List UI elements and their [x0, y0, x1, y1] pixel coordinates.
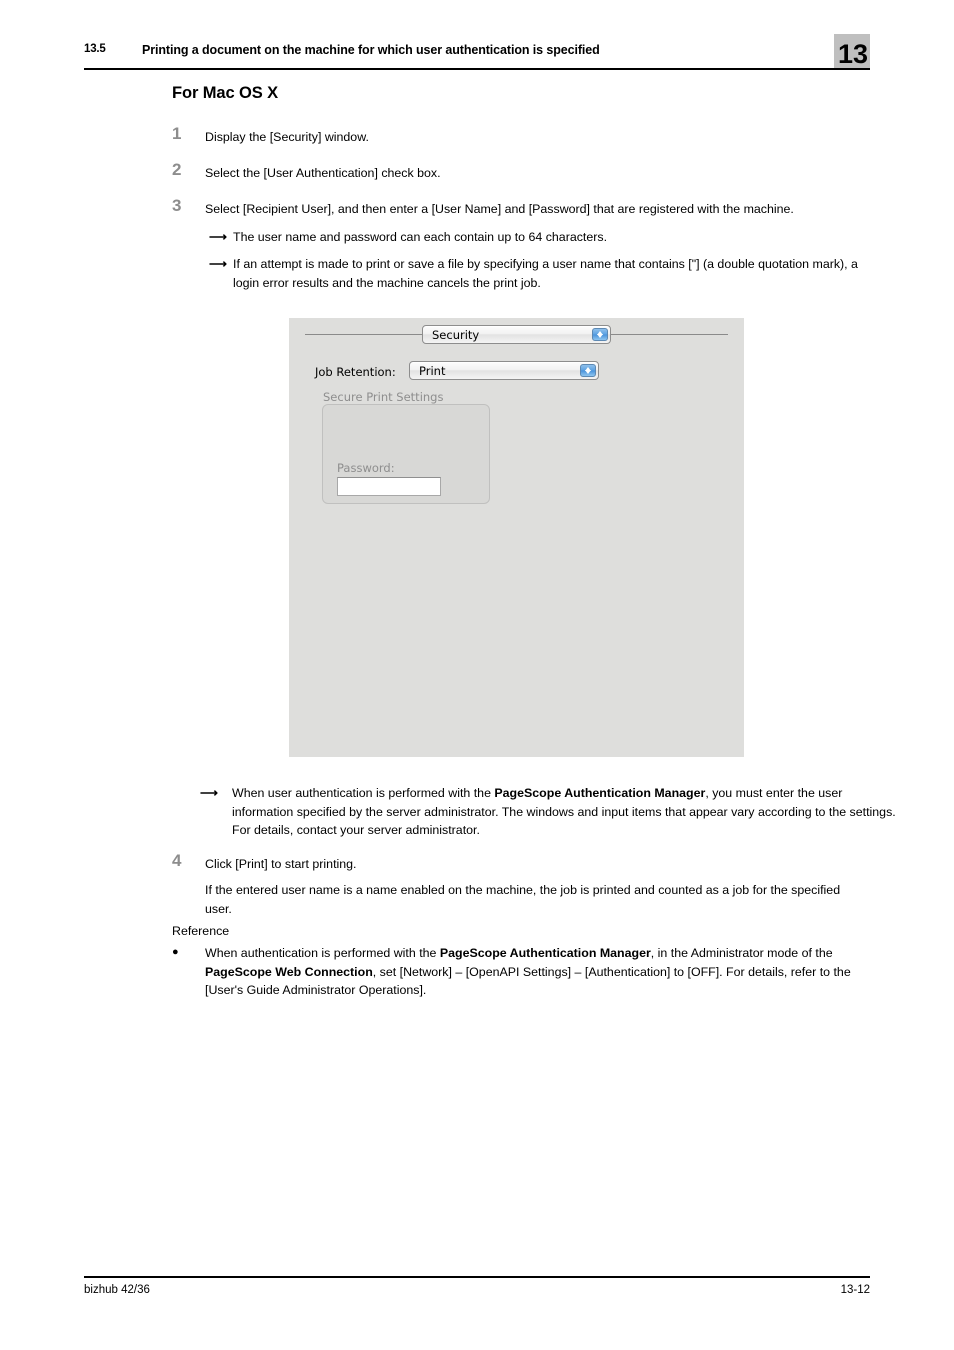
reference-part1: When authentication is performed with th…: [205, 946, 440, 960]
step-3-subitem-2: ⟶ If an attempt is made to print or save…: [205, 255, 870, 292]
reference-bold1: PageScope Authentication Manager: [439, 946, 651, 960]
footer-divider: [84, 1276, 870, 1278]
reference-item-text: When authentication is performed with th…: [205, 944, 870, 1000]
secure-print-password-input[interactable]: [337, 477, 441, 496]
chapter-number: 13: [837, 39, 868, 69]
step-4-number: 4: [172, 851, 182, 870]
step-1-number: 1: [172, 124, 182, 143]
step-3-subitem-1-text: The user name and password can each cont…: [233, 229, 608, 244]
step-2: 2 Select the [User Authentication] check…: [172, 160, 870, 183]
job-retention-value: Print: [419, 364, 446, 378]
arrow-bullet-icon: ⟶: [209, 257, 227, 271]
page-title: For Mac OS X: [172, 84, 279, 102]
step-2-text: Select the [User Authentication] check b…: [205, 166, 441, 180]
post-figure-note-part1: When user authentication is performed wi…: [232, 786, 495, 800]
step-1-text: Display the [Security] window.: [205, 130, 369, 144]
updown-arrows-icon[interactable]: [580, 364, 596, 377]
step-3-text: Select [Recipient User], and then enter …: [205, 202, 794, 216]
updown-arrows-icon[interactable]: [592, 328, 608, 341]
step-3-number: 3: [172, 196, 182, 215]
post-figure-note: ⟶ When user authentication is performed …: [200, 784, 902, 840]
header-section-number: 13.5: [84, 43, 106, 55]
pane-select-value: Security: [432, 328, 480, 342]
secure-print-settings-label: Secure Print Settings: [323, 390, 444, 404]
footer-page-number: 13-12: [840, 1284, 870, 1296]
job-retention-label: Job Retention:: [315, 365, 396, 379]
step-4: 4 Click [Print] to start printing.: [172, 851, 870, 874]
mac-security-print-dialog[interactable]: Security Job Retention: Print Secure Pri…: [289, 318, 744, 757]
step-3-subitem-1: ⟶ The user name and password can each co…: [205, 228, 870, 247]
pane-select-popup[interactable]: Security: [422, 325, 611, 344]
reference-part2: , in the Administrator mode of the: [650, 946, 833, 960]
post-figure-note-bold1: PageScope Authentication Manager: [494, 786, 706, 800]
footer-product-name: bizhub 42/36: [84, 1284, 150, 1296]
reference-bold2: PageScope Web Connection: [205, 964, 373, 979]
step-3-subitem-2-text: If an attempt is made to print or save a…: [233, 257, 858, 290]
step-4-text: Click [Print] to start printing.: [205, 857, 357, 871]
reference-label: Reference: [172, 924, 230, 938]
arrow-bullet-icon: ⟶: [209, 229, 227, 244]
step-3: 3 Select [Recipient User], and then ente…: [172, 196, 870, 292]
step-4-extra-text: If the entered user name is a name enabl…: [205, 883, 841, 916]
bullet-icon: ●: [172, 946, 179, 958]
reference-item: ● When authentication is performed with …: [172, 944, 870, 1000]
secure-print-password-label: Password:: [337, 461, 395, 475]
header-section-title: Printing a document on the machine for w…: [142, 43, 600, 57]
step-2-number: 2: [172, 160, 182, 179]
job-retention-popup[interactable]: Print: [409, 361, 599, 380]
secure-print-settings-group: Password:: [322, 404, 490, 504]
step-1: 1 Display the [Security] window.: [172, 124, 870, 147]
page-header: 13.5 Printing a document on the machine …: [84, 34, 870, 70]
arrow-bullet-icon: ⟶: [200, 786, 218, 800]
header-divider: [84, 68, 870, 70]
